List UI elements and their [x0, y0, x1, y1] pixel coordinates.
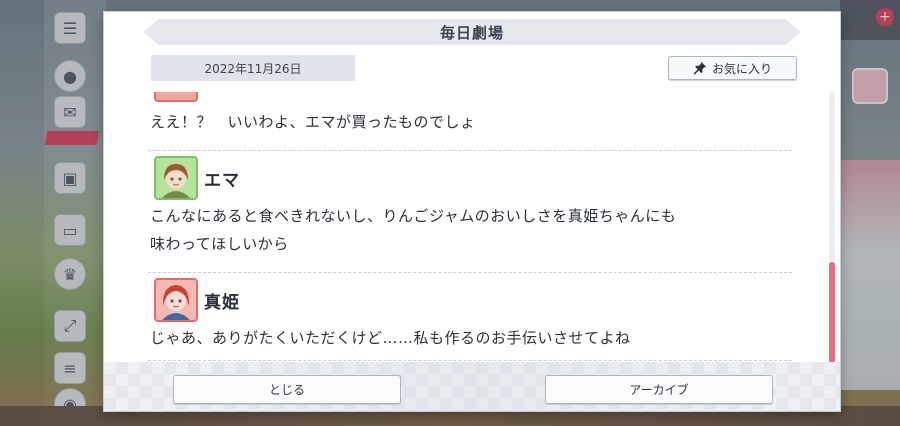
scrollbar[interactable] [829, 92, 835, 368]
emma-avatar [154, 156, 198, 200]
date-label: 2022年11月26日 [151, 55, 355, 81]
message-line: じゃあ、ありがたくいただくけど……私も作るのお手伝いさせてよね [150, 329, 631, 347]
maki-avatar-partial [154, 92, 198, 102]
speaker-name: 真姫 [204, 292, 240, 313]
message-divider [148, 272, 792, 273]
message-2: こんなにあると食べきれないし、りんごジャムのおいしさを真姫ちゃんにも 味わってほ… [150, 202, 790, 258]
message-3: じゃあ、ありがたくいただくけど……私も作るのお手伝いさせてよね [150, 324, 790, 352]
dialog-title: 毎日劇場 [439, 23, 504, 42]
speaker-name: エマ [204, 170, 240, 191]
pin-icon [693, 61, 707, 75]
daily-theater-dialog: 毎日劇場 2022年11月26日 お気に入り ええ！？ いいわよ、エマが買ったも… [104, 12, 840, 411]
dialog-footer: とじる アーカイブ [104, 362, 840, 411]
message-divider [148, 150, 792, 151]
scrollbar-thumb[interactable] [829, 262, 835, 368]
maki-avatar [154, 278, 198, 322]
message-line: 味わってほしいから [150, 235, 289, 253]
conversation-scroll-area[interactable]: ええ！？ いいわよ、エマが買ったものでしょ エマ こんなにあると食べきれないし、… [140, 92, 796, 362]
archive-button[interactable]: アーカイブ [545, 375, 773, 404]
speaker-maki: 真姫 [154, 278, 240, 322]
message-1: ええ！？ いいわよ、エマが買ったものでしょ [150, 108, 790, 136]
close-button[interactable]: とじる [173, 375, 401, 404]
favorite-button[interactable]: お気に入り [668, 56, 797, 80]
favorite-label: お気に入り [711, 61, 772, 76]
speaker-emma: エマ [154, 156, 240, 200]
dialog-title-bar: 毎日劇場 [144, 19, 800, 45]
message-line: こんなにあると食べきれないし、りんごジャムのおいしさを真姫ちゃんにも [150, 207, 677, 225]
message-divider [148, 360, 792, 361]
message-line: ええ！？ いいわよ、エマが買ったものでしょ [150, 113, 476, 131]
